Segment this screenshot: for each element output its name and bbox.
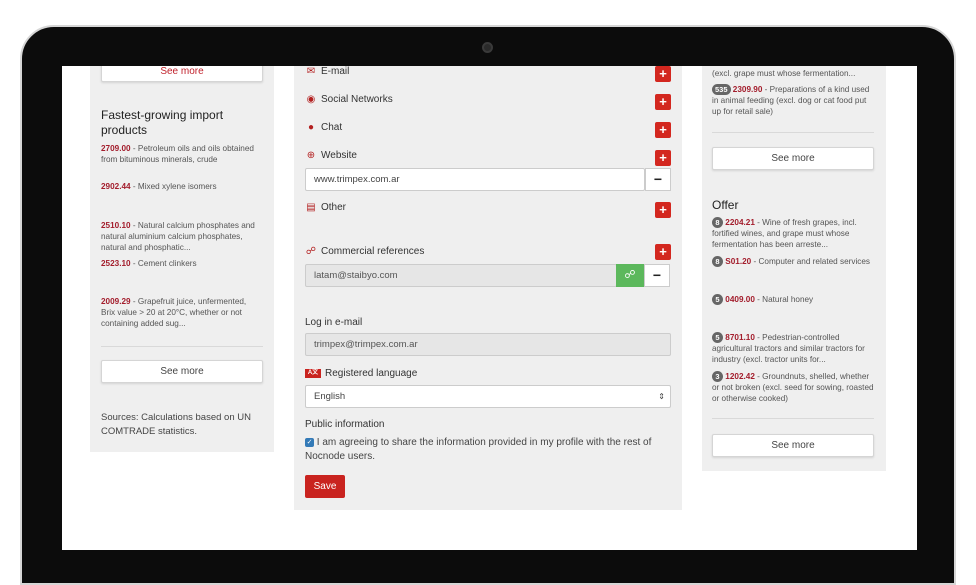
- envelope-icon: ✉: [306, 66, 316, 77]
- add-reference-button[interactable]: +: [655, 244, 671, 260]
- list-item[interactable]: 2510.10 - Natural calcium phosphates and…: [101, 220, 259, 253]
- list-item[interactable]: 2902.44 - Mixed xylene isomers: [101, 181, 259, 192]
- refs-label: Commercial references: [321, 246, 425, 257]
- item-text: - Cement clinkers: [130, 259, 197, 268]
- social-section: ◉ Social Networks: [305, 94, 393, 105]
- item-code: S01.20: [725, 257, 752, 266]
- item-code: 8701.10: [725, 333, 755, 342]
- login-label: Log in e-mail: [305, 317, 363, 328]
- add-social-button[interactable]: +: [655, 94, 671, 110]
- list-item[interactable]: 8 S01.20 - Computer and related services: [712, 256, 874, 268]
- screen: See more Fastest-growing import products…: [62, 66, 917, 550]
- other-section: ▤ Other: [305, 202, 346, 213]
- count-badge: 8: [712, 256, 723, 268]
- language-section: A文 Registered language: [305, 368, 417, 379]
- share-icon: ◉: [306, 93, 316, 105]
- list-item[interactable]: 5 0409.00 - Natural honey: [712, 294, 874, 306]
- see-more-button[interactable]: See more: [712, 147, 874, 170]
- item-code: 2309.90: [732, 85, 763, 94]
- select-arrows-icon: ⇕: [658, 392, 665, 401]
- translate-icon: A文: [305, 369, 321, 378]
- website-label: Website: [321, 150, 357, 161]
- item-code: 0409.00: [725, 295, 755, 304]
- item-code: 2009.29: [101, 297, 131, 306]
- consent-row: ✓ I am agreeing to share the information…: [305, 436, 665, 464]
- archive-icon: ▤: [306, 201, 316, 213]
- item-code: 2510.10: [101, 221, 131, 230]
- item-text: - Mixed xylene isomers: [130, 182, 217, 191]
- add-website-button[interactable]: +: [655, 150, 671, 166]
- list-item[interactable]: 2709.00 - Petroleum oils and oils obtain…: [101, 143, 259, 165]
- list-item[interactable]: 8 2204.21 - Wine of fresh grapes, incl. …: [712, 217, 874, 250]
- website-section: ⊕ Website: [305, 150, 357, 161]
- email-label: E-mail: [321, 66, 350, 77]
- import-products-panel: See more Fastest-growing import products…: [90, 66, 274, 452]
- language-value: English: [314, 391, 346, 402]
- item-code: 1202.42: [725, 372, 755, 381]
- count-badge: 8: [712, 217, 723, 229]
- language-select[interactable]: English ⇕: [305, 385, 671, 408]
- add-email-button[interactable]: +: [655, 66, 671, 82]
- save-button[interactable]: Save: [305, 475, 345, 498]
- count-badge: 535: [712, 84, 731, 96]
- see-more-button[interactable]: See more: [101, 66, 263, 82]
- remove-website-button[interactable]: −: [645, 168, 671, 191]
- item-code: 2523.10: [101, 259, 131, 268]
- chat-icon: ●: [307, 121, 315, 133]
- language-label: Registered language: [325, 368, 418, 379]
- sources-note: Sources: Calculations based on UN COMTRA…: [101, 412, 251, 437]
- list-item[interactable]: 2523.10 - Cement clinkers: [101, 258, 259, 269]
- list-item[interactable]: 2009.29 - Grapefruit juice, unfermented,…: [101, 296, 261, 329]
- item-text: - Natural honey: [754, 295, 814, 304]
- website-input[interactable]: www.trimpex.com.ar: [305, 168, 645, 191]
- divider: [101, 346, 263, 347]
- item-text: - Computer and related services: [751, 257, 871, 266]
- chat-section: ● Chat: [305, 122, 342, 133]
- consent-text: I am agreeing to share the information p…: [305, 437, 652, 462]
- chat-label: Chat: [321, 122, 343, 133]
- item-code: 2709.00: [101, 144, 131, 153]
- offer-title: Offer: [712, 198, 739, 212]
- panel-title: Fastest-growing import products: [101, 108, 224, 137]
- item-code: 2902.44: [101, 182, 131, 191]
- list-item-fragment: (excl. grape must whose fermentation...: [712, 69, 856, 78]
- reference-input[interactable]: latam@staibyo.com: [305, 264, 617, 287]
- handshake-icon: ☍: [305, 245, 317, 257]
- list-item[interactable]: 535 2309.90 - Preparations of a kind use…: [712, 84, 874, 117]
- consent-checkbox[interactable]: ✓: [305, 437, 314, 447]
- count-badge: 5: [712, 294, 723, 306]
- list-item[interactable]: 3 1202.42 - Groundnuts, shelled, whether…: [712, 371, 874, 404]
- public-info-label: Public information: [305, 419, 385, 430]
- refs-section: ☍ Commercial references: [305, 246, 424, 257]
- camera-icon: [482, 42, 493, 53]
- other-label: Other: [321, 202, 347, 213]
- add-other-button[interactable]: +: [655, 202, 671, 218]
- remove-reference-button[interactable]: −: [644, 264, 670, 287]
- add-chat-button[interactable]: +: [655, 122, 671, 138]
- profile-form: ✉ E-mail + ◉ Social Networks + ● Chat + …: [294, 66, 682, 510]
- divider: [712, 418, 874, 419]
- list-item[interactable]: 5 8701.10 - Pedestrian-controlled agricu…: [712, 332, 874, 365]
- demand-offer-panel: (excl. grape must whose fermentation... …: [702, 66, 886, 471]
- login-email-field: trimpex@trimpex.com.ar: [305, 333, 671, 356]
- handshake-icon[interactable]: ☍: [616, 264, 644, 287]
- globe-icon: ⊕: [306, 149, 316, 161]
- divider: [712, 132, 874, 133]
- count-badge: 5: [712, 332, 723, 344]
- count-badge: 3: [712, 371, 723, 383]
- see-more-button[interactable]: See more: [101, 360, 263, 383]
- social-label: Social Networks: [321, 94, 393, 105]
- see-more-button[interactable]: See more: [712, 434, 874, 457]
- item-code: 2204.21: [725, 218, 755, 227]
- email-section: ✉ E-mail: [305, 66, 350, 77]
